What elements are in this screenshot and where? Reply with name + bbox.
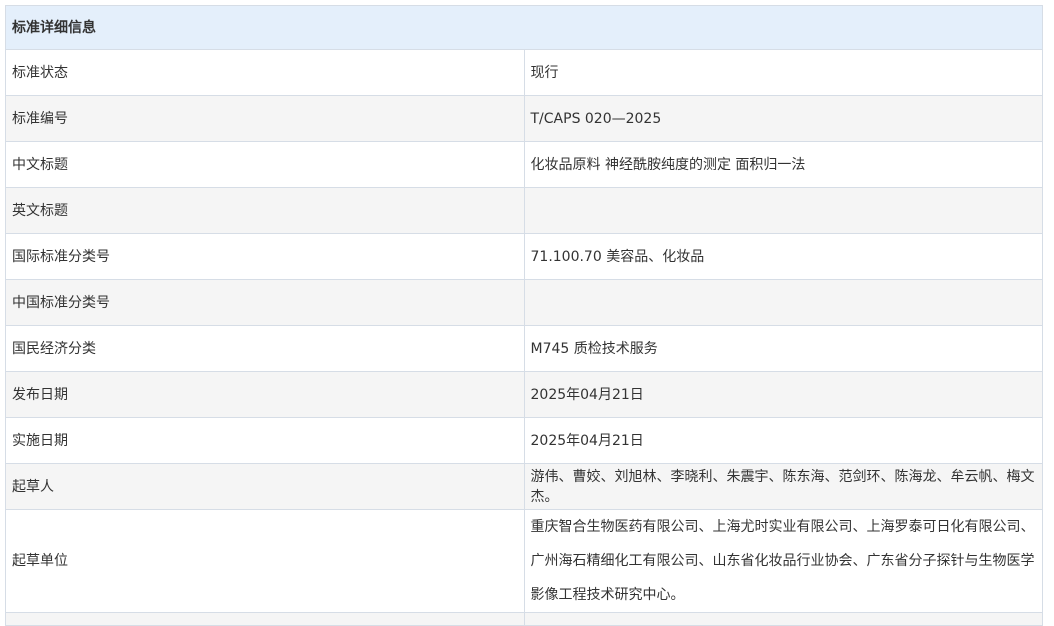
label-english-title: 英文标题	[5, 187, 525, 234]
label-ccs-code: 中国标准分类号	[5, 279, 525, 326]
row-drafting-units: 起草单位 重庆智合生物医药有限公司、上海尤时实业有限公司、上海罗泰可日化有限公司…	[5, 509, 1043, 613]
label-publish-date: 发布日期	[5, 371, 525, 418]
standard-detail-table: 标准详细信息 标准状态 现行 标准编号 T/CAPS 020—2025 中文标题…	[5, 5, 1043, 626]
value-economic-classification: M745 质检技术服务	[523, 325, 1043, 372]
row-economic-classification: 国民经济分类 M745 质检技术服务	[5, 325, 1043, 372]
label-drafting-units: 起草单位	[5, 509, 525, 613]
standard-detail-panel: 标准详细信息 标准状态 现行 标准编号 T/CAPS 020—2025 中文标题…	[5, 5, 1043, 626]
row-standard-number: 标准编号 T/CAPS 020—2025	[5, 95, 1043, 142]
value-ics-code: 71.100.70 美容品、化妆品	[523, 233, 1043, 280]
value-ccs-code	[523, 279, 1043, 326]
label-economic-classification: 国民经济分类	[5, 325, 525, 372]
table-row-partial	[5, 612, 1043, 626]
row-effective-date: 实施日期 2025年04月21日	[5, 417, 1043, 464]
label-effective-date: 实施日期	[5, 417, 525, 464]
value-publish-date: 2025年04月21日	[523, 371, 1043, 418]
value-status: 现行	[523, 49, 1043, 96]
label-drafters: 起草人	[5, 463, 525, 510]
value-drafters: 游伟、曹姣、刘旭林、李晓利、朱震宇、陈东海、范剑环、陈海龙、牟云帆、梅文杰。	[523, 463, 1043, 510]
row-chinese-title: 中文标题 化妆品原料 神经酰胺纯度的测定 面积归一法	[5, 141, 1043, 188]
table-title: 标准详细信息	[5, 5, 1043, 50]
label-partial	[5, 612, 525, 626]
value-english-title	[523, 187, 1043, 234]
label-chinese-title: 中文标题	[5, 141, 525, 188]
row-ccs-code: 中国标准分类号	[5, 279, 1043, 326]
value-effective-date: 2025年04月21日	[523, 417, 1043, 464]
label-ics-code: 国际标准分类号	[5, 233, 525, 280]
row-publish-date: 发布日期 2025年04月21日	[5, 371, 1043, 418]
value-standard-number: T/CAPS 020—2025	[523, 95, 1043, 142]
label-standard-number: 标准编号	[5, 95, 525, 142]
row-english-title: 英文标题	[5, 187, 1043, 234]
row-status: 标准状态 现行	[5, 49, 1043, 96]
label-status: 标准状态	[5, 49, 525, 96]
row-ics-code: 国际标准分类号 71.100.70 美容品、化妆品	[5, 233, 1043, 280]
value-chinese-title: 化妆品原料 神经酰胺纯度的测定 面积归一法	[523, 141, 1043, 188]
value-drafting-units: 重庆智合生物医药有限公司、上海尤时实业有限公司、上海罗泰可日化有限公司、广州海石…	[523, 509, 1043, 613]
value-partial	[523, 612, 1043, 626]
table-header-row: 标准详细信息	[5, 5, 1043, 50]
row-drafters: 起草人 游伟、曹姣、刘旭林、李晓利、朱震宇、陈东海、范剑环、陈海龙、牟云帆、梅文…	[5, 463, 1043, 510]
